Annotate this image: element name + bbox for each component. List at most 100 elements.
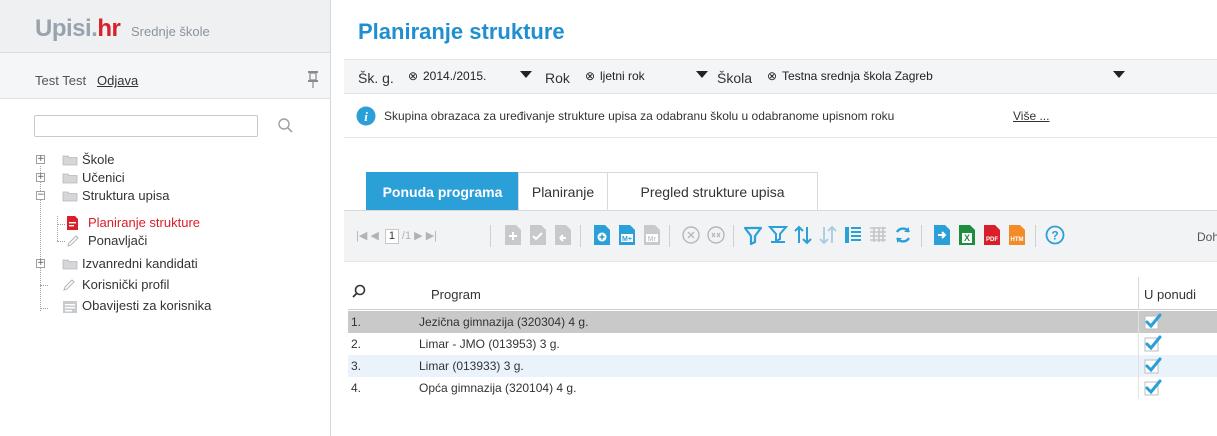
- toolbar-divider: [490, 225, 491, 247]
- pin-icon[interactable]: [307, 70, 319, 88]
- table-row[interactable]: 4. Opća gimnazija (320104) 4 g.: [348, 377, 1217, 399]
- row-number: 3.: [351, 359, 362, 373]
- next-page-icon[interactable]: ▶: [414, 230, 422, 242]
- table-row[interactable]: 3. Limar (013933) 3 g.: [348, 355, 1217, 377]
- column-divider: [1138, 377, 1139, 399]
- app-root: Upisi.hr Srednje škole Test Test Odjava: [0, 0, 1217, 436]
- school-year-value: 2014./2015.: [423, 69, 487, 83]
- pager: |◀ ◀ 1/1 ▶ ▶|: [356, 229, 437, 244]
- info-text: Skupina obrazaca za uređivanje strukture…: [384, 109, 895, 123]
- expand-icon[interactable]: +: [36, 155, 45, 164]
- tab-planiranje[interactable]: Planiranje: [518, 172, 608, 210]
- clear-sort-icon[interactable]: [817, 224, 839, 246]
- svg-text:PDF: PDF: [986, 237, 998, 243]
- clear-icon[interactable]: ⊗: [767, 69, 777, 83]
- search-icon[interactable]: [351, 284, 367, 300]
- html-export-icon[interactable]: HTM: [1006, 224, 1028, 246]
- tree-item-label: Planiranje strukture: [88, 215, 200, 230]
- dropdown-arrow-icon[interactable]: [520, 71, 532, 78]
- logout-link[interactable]: Odjava: [97, 73, 138, 88]
- page-number-input[interactable]: 1: [384, 229, 399, 244]
- tree-item-label: Izvanredni kandidati: [82, 256, 198, 271]
- user-name: Test Test: [35, 73, 87, 88]
- first-page-icon[interactable]: |◀: [356, 230, 367, 242]
- clear-icon[interactable]: ⊗: [585, 69, 595, 83]
- checkmark-icon[interactable]: [1144, 357, 1162, 375]
- undo-row-icon[interactable]: [552, 224, 574, 246]
- logo-bar: Upisi.hr Srednje škole: [0, 0, 330, 53]
- toolbar-divider: [580, 225, 581, 247]
- checkmark-icon[interactable]: [1144, 335, 1162, 353]
- tree-item-label: Struktura upisa: [82, 188, 170, 203]
- skola-select[interactable]: ⊗ Testna srednja škola Zagreb: [767, 67, 1125, 88]
- grid-view-icon[interactable]: [867, 224, 889, 246]
- fetch-label[interactable]: Dohva: [1197, 230, 1217, 244]
- excel-export-icon[interactable]: X: [956, 224, 978, 246]
- rok-select[interactable]: ⊗ ljetni rok: [585, 67, 708, 88]
- pencil-icon: [67, 235, 79, 247]
- table-row[interactable]: 2. Limar - JMO (013953) 3 g.: [348, 333, 1217, 355]
- document-mplus-icon[interactable]: M+: [616, 224, 638, 246]
- tree-item-label: Obavijesti za korisnika: [82, 298, 212, 313]
- grid-toolbar: |◀ ◀ 1/1 ▶ ▶| M+ Mr X PDF HTM ? Doh: [344, 210, 1217, 262]
- columns-icon[interactable]: [842, 224, 864, 246]
- search-icon[interactable]: [275, 115, 297, 137]
- svg-text:Mr: Mr: [648, 236, 657, 243]
- tree-item-label: Učenici: [82, 170, 125, 185]
- tree-line: [40, 285, 48, 286]
- cancel-circle-icon[interactable]: [680, 224, 702, 246]
- school-year-select[interactable]: ⊗ 2014./2015.: [408, 67, 532, 88]
- confirm-row-icon[interactable]: [527, 224, 549, 246]
- page-title: Planiranje strukture: [358, 19, 565, 44]
- column-divider: [1138, 333, 1139, 355]
- sort-icon[interactable]: [792, 224, 814, 246]
- expand-icon[interactable]: +: [36, 259, 45, 268]
- add-row-icon[interactable]: [502, 224, 524, 246]
- logo-hr: hr: [97, 15, 121, 42]
- folder-icon: [62, 155, 78, 166]
- filter-bar: Šk. g. ⊗ 2014./2015. Rok ⊗ ljetni rok Šk…: [344, 59, 1217, 94]
- document-mr-icon[interactable]: Mr: [641, 224, 663, 246]
- svg-text:X: X: [964, 233, 970, 243]
- tree-line: [40, 308, 48, 309]
- expand-icon[interactable]: +: [36, 173, 45, 182]
- svg-text:HTM: HTM: [1011, 237, 1024, 243]
- clear-filter-icon[interactable]: [767, 224, 789, 246]
- rok-label: Rok: [545, 70, 570, 86]
- skola-label: Škola: [717, 70, 753, 86]
- export-icon[interactable]: [931, 224, 953, 246]
- column-divider: [1138, 355, 1139, 377]
- clear-icon[interactable]: ⊗: [408, 69, 418, 83]
- page-total: /1: [401, 230, 412, 242]
- tab-pregled-strukture-upisa[interactable]: Pregled strukture upisa: [607, 172, 818, 210]
- collapse-icon[interactable]: −: [36, 191, 45, 200]
- add-document-icon[interactable]: [591, 224, 613, 246]
- info-icon: i: [356, 106, 376, 126]
- pdf-export-icon[interactable]: PDF: [981, 224, 1003, 246]
- tab-ponuda-programa[interactable]: Ponuda programa: [366, 172, 519, 210]
- logo[interactable]: Upisi.hr: [35, 15, 121, 43]
- cancel-all-icon[interactable]: [705, 224, 727, 246]
- search-input[interactable]: [34, 115, 258, 137]
- info-more-link[interactable]: Više ...: [1013, 109, 1049, 123]
- prev-page-icon[interactable]: ◀: [370, 230, 378, 242]
- column-header-program[interactable]: Program: [431, 287, 481, 302]
- svg-text:i: i: [364, 109, 368, 124]
- pencil-icon: [63, 279, 75, 291]
- tree-item-label: Škole: [82, 152, 115, 167]
- column-header-u-ponudi[interactable]: U ponudi: [1144, 287, 1196, 302]
- filter-icon[interactable]: [742, 224, 764, 246]
- last-page-icon[interactable]: ▶|: [426, 230, 437, 242]
- row-number: 4.: [351, 381, 362, 395]
- help-icon[interactable]: ?: [1044, 224, 1066, 246]
- svg-text:?: ?: [1051, 229, 1058, 243]
- folder-open-icon: [62, 191, 78, 202]
- table-row[interactable]: 1. Jezična gimnazija (320304) 4 g.: [348, 311, 1217, 333]
- refresh-icon[interactable]: [892, 224, 914, 246]
- dropdown-arrow-icon[interactable]: [696, 71, 708, 78]
- checkmark-icon[interactable]: [1144, 379, 1162, 397]
- checkmark-icon[interactable]: [1144, 313, 1162, 331]
- folder-icon: [62, 259, 78, 270]
- toolbar-divider: [733, 225, 734, 247]
- dropdown-arrow-icon[interactable]: [1113, 71, 1125, 78]
